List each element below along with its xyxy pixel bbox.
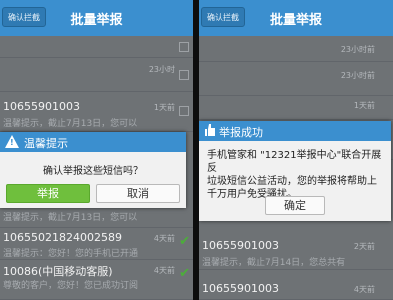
message-sender: 10655901003: [202, 239, 279, 252]
list-item[interactable]: 23小时: [0, 58, 193, 92]
list-item[interactable]: 10655901003 1天前 温馨提示，截止7月13日，您可以: [0, 92, 193, 132]
confirm-dialog: ! 温馨提示 确认举报这些短信吗？ 举报 取消: [0, 132, 186, 208]
dialog-header: ! 温馨提示: [0, 132, 186, 152]
title-bar: 确认拦截 批量举报: [199, 0, 393, 36]
dialog-header: 举报成功: [199, 121, 391, 141]
phone-right: 确认拦截 批量举报 23小时前 23小时前 1天前 10655901003 2天…: [199, 0, 393, 300]
message-sender: 10655901003: [3, 100, 80, 113]
message-time: 4天前: [353, 285, 375, 294]
message-time: 23小时前: [340, 71, 375, 80]
dialog-title: 举报成功: [219, 126, 263, 139]
message-time: 2天前: [353, 242, 375, 251]
message-sender: 10655901003: [202, 282, 279, 295]
ok-button[interactable]: 确定: [265, 196, 325, 215]
list-item[interactable]: 1天前: [199, 96, 393, 120]
phone-left: 确认拦截 批量举报 23小时 10655901003 1天前 温馨提示，截止7月…: [0, 0, 193, 300]
dialog-message-line: 手机管家和 "12321举报中心"联合开展反: [207, 150, 382, 174]
message-time: 23小时前: [340, 45, 375, 54]
list-item[interactable]: 温馨提示，截止7月13日，您可以: [0, 206, 193, 228]
dialog-message-line: 垃圾短信公益活动，您的举报将帮助上: [207, 176, 377, 187]
row-checkbox[interactable]: [179, 42, 189, 52]
message-time: 23小时: [148, 65, 175, 74]
screenshot: 确认拦截 批量举报 23小时 10655901003 1天前 温馨提示，截止7月…: [0, 0, 393, 300]
message-time: 4天前: [153, 266, 175, 275]
cancel-button[interactable]: 取消: [96, 184, 180, 203]
message-preview: 温馨提示，截止7月13日，您可以: [3, 119, 138, 129]
warning-icon: !: [5, 135, 19, 148]
checkmark-icon[interactable]: ✔: [179, 234, 190, 249]
message-preview: 温馨提示：您好！您的手机已开通: [3, 249, 139, 259]
message-preview: 温馨提示，截止7月14日，您总共有: [202, 258, 346, 268]
message-preview: 尊敬的客户，您好！您已成功订阅: [3, 281, 139, 291]
message-time: 4天前: [153, 234, 175, 243]
list-item[interactable]: 10655021824002589 4天前 温馨提示：您好！您的手机已开通 ✔: [0, 228, 193, 260]
message-time: 1天前: [153, 103, 175, 112]
thumbs-up-icon: [205, 124, 215, 136]
page-title: 批量举报: [70, 13, 123, 28]
page-title: 批量举报: [269, 13, 322, 28]
report-button[interactable]: 举报: [6, 184, 90, 203]
title-bar: 确认拦截 批量举报: [0, 0, 193, 36]
row-checkbox[interactable]: [179, 70, 189, 80]
list-item[interactable]: 10655901003 2天前 温馨提示，截止7月14日，您总共有: [199, 236, 393, 270]
success-dialog: 举报成功 手机管家和 "12321举报中心"联合开展反 垃圾短信公益活动，您的举…: [199, 121, 391, 221]
list-item[interactable]: [0, 36, 193, 58]
message-preview: 温馨提示，截止7月13日，您可以: [3, 213, 138, 223]
list-item[interactable]: 23小时前: [199, 36, 393, 62]
dialog-message: 确认举报这些短信吗？: [43, 166, 143, 177]
row-checkbox[interactable]: [179, 106, 189, 116]
list-item[interactable]: 10086(中国移动客服) 4天前 尊敬的客户，您好！您已成功订阅 ✔: [0, 260, 193, 300]
list-item[interactable]: 10655901003 4天前: [199, 270, 393, 300]
message-sender: 10086(中国移动客服): [3, 265, 113, 278]
dialog-title: 温馨提示: [24, 137, 68, 150]
message-sender: 10655021824002589: [3, 231, 122, 244]
dialog-message: 手机管家和 "12321举报中心"联合开展反 垃圾短信公益活动，您的举报将帮助上…: [207, 149, 391, 201]
checkmark-icon[interactable]: ✔: [179, 266, 190, 281]
list-item[interactable]: 23小时前: [199, 62, 393, 96]
message-time: 1天前: [353, 101, 375, 110]
